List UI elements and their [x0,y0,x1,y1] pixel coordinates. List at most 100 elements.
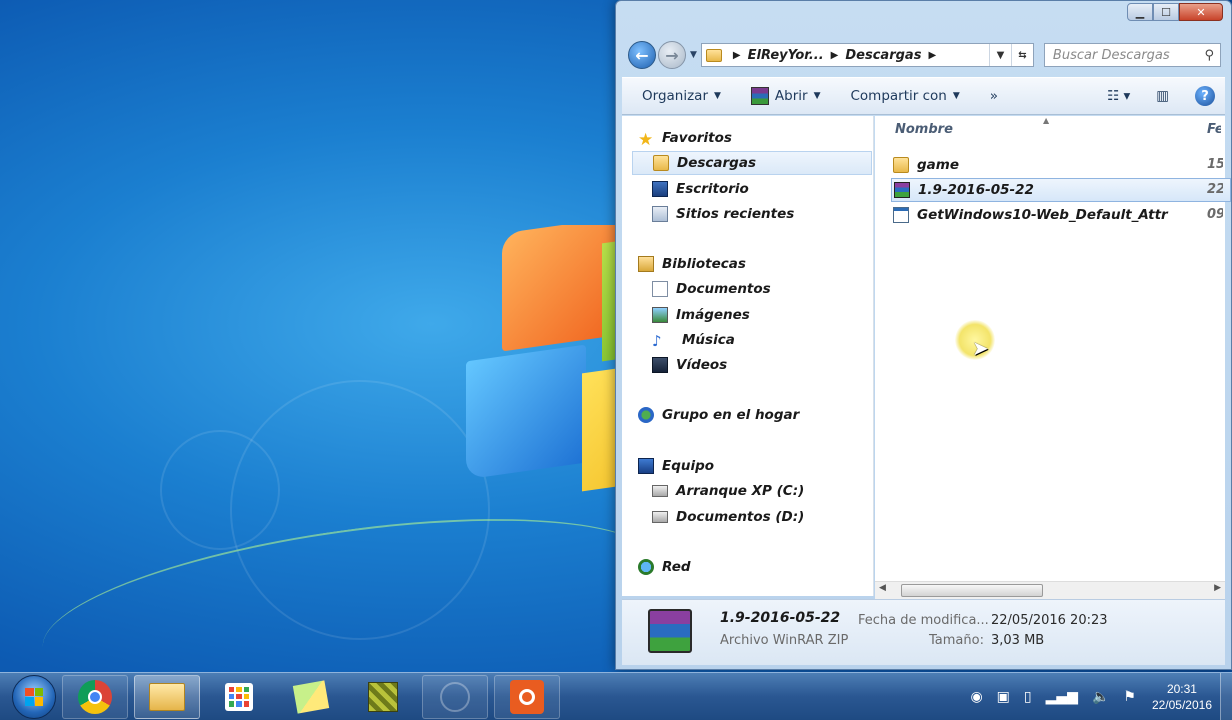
taskbar-minecraft[interactable] [350,675,416,719]
nav-label: Sitios recientes [676,206,795,222]
taskbar-apps[interactable] [206,675,272,719]
nav-label: Bibliotecas [662,256,746,272]
libraries-icon [638,256,654,272]
search-input[interactable]: Buscar Descargas ⚲ [1043,43,1221,67]
forward-button[interactable]: → [658,41,686,69]
system-tray: ◉ ▣ ▯ ▂▄▆ 🔈 ⚑ 20:31 22/05/2016 [956,672,1232,720]
nav-imagenes[interactable]: Imágenes [652,303,750,327]
breadcrumb-descargas[interactable]: Descargas [845,48,921,63]
nav-favorites[interactable]: ★ Favoritos [638,126,732,150]
nav-grupo-hogar[interactable]: Grupo en el hogar [638,403,799,427]
nav-red[interactable]: Red [638,555,691,579]
drive-icon [652,485,668,497]
nav-musica[interactable]: ♪ Música [652,328,735,352]
scrollbar-thumb[interactable] [901,584,1043,597]
show-desktop-button[interactable] [1220,672,1232,720]
battery-icon[interactable]: ▯ [1024,689,1032,705]
share-label: Compartir con [850,88,947,104]
recent-places-icon [652,206,668,222]
nav-label: Documentos [676,281,771,297]
nav-label: Descargas [677,155,756,171]
windows-logo-wallpaper [462,225,622,495]
nav-label: Equipo [662,458,715,474]
more-commands-button[interactable]: » [990,88,998,104]
search-placeholder: Buscar Descargas [1052,47,1170,63]
taskbar-chrome[interactable] [62,674,128,719]
column-header-date[interactable]: Fe [1207,122,1221,137]
start-button[interactable] [12,674,56,719]
action-center-icon[interactable]: ⚑ [1123,689,1136,705]
nav-escritorio[interactable]: Escritorio [652,177,749,201]
nav-label: Grupo en el hogar [662,407,800,423]
help-icon[interactable]: ? [1195,86,1215,106]
preview-pane-icon[interactable]: ▥ [1156,88,1169,104]
refresh-icon[interactable]: ⇆ [1010,44,1033,66]
organize-label: Organizar [642,88,708,104]
address-dropdown-icon[interactable]: ▼ [988,44,1011,66]
winrar-archive-icon [648,609,692,653]
nav-documentos[interactable]: Documentos [652,277,771,301]
file-row-rar[interactable]: 1.9-2016-05-22 [891,178,1231,202]
horizontal-scrollbar[interactable]: ◀ ▶ [875,581,1225,599]
maximize-button[interactable]: ☐ [1153,3,1179,21]
display-icon[interactable]: ▣ [997,689,1010,705]
nav-bibliotecas[interactable]: Bibliotecas [638,252,746,276]
nav-videos[interactable]: Vídeos [652,353,727,377]
file-row-game[interactable]: game [893,153,1228,177]
screen-capture-icon[interactable]: ◉ [970,689,982,705]
mouse-pointer-icon: ➤ [972,336,989,360]
details-modified-value: 22/05/2016 20:23 [991,613,1108,628]
windows-flag-icon [25,687,43,706]
pictures-icon [652,307,668,323]
breadcrumb-separator[interactable]: ▶ [733,50,741,61]
volume-icon[interactable]: 🔈 [1092,689,1109,705]
breadcrumb-separator[interactable]: ▶ [831,50,839,61]
taskbar-orange-app[interactable] [494,674,560,719]
scroll-left-icon[interactable]: ◀ [879,583,886,593]
details-pane: 1.9-2016-05-22 Archivo WinRAR ZIP Fecha … [622,599,1225,665]
minecraft-icon [368,681,398,712]
more-label: » [989,88,999,104]
sort-indicator-icon: ▲ [1043,116,1050,125]
app-icon [440,681,470,712]
nav-equipo[interactable]: Equipo [638,454,714,478]
details-file-name: 1.9-2016-05-22 [720,610,841,626]
network-icon [638,559,654,575]
taskbar-app[interactable] [422,674,488,719]
clock[interactable]: 20:31 22/05/2016 [1152,681,1212,713]
address-bar[interactable]: ▶ ElReyYor... ▶ Descargas ▶ ▼ ⇆ [700,43,1034,67]
organize-button[interactable]: Organizar ▼ [642,88,721,104]
back-button[interactable]: ← [628,41,656,69]
column-header-name[interactable]: Nombre [895,122,953,137]
videos-icon [652,357,668,373]
signal-icon[interactable]: ▂▄▆ [1046,689,1078,705]
details-size-value: 3,03 MB [991,633,1045,648]
nav-drive-c[interactable]: Arranque XP (C:) [652,479,804,503]
nav-drive-d[interactable]: Documentos (D:) [652,505,804,529]
scroll-right-icon[interactable]: ▶ [1214,583,1221,593]
file-row-exe[interactable]: GetWindows10-Web_Default_Attr [893,203,1228,227]
nav-descargas[interactable]: Descargas [632,151,872,175]
chevron-down-icon: ▼ [952,91,960,101]
minimize-button[interactable]: ▁ [1127,3,1153,21]
taskbar-sticky-notes[interactable] [278,675,344,719]
breadcrumb-user[interactable]: ElReyYor... [748,48,824,63]
taskbar-explorer[interactable] [134,674,200,719]
recent-pages-dropdown[interactable]: ▼ [690,50,697,60]
nav-sitios-recientes[interactable]: Sitios recientes [652,202,794,226]
clock-time: 20:31 [1166,681,1197,696]
share-button[interactable]: Compartir con ▼ [851,88,960,104]
view-options-icon[interactable]: ☷ ▾ [1107,88,1130,104]
homegroup-icon [638,407,654,423]
open-button[interactable]: Abrir ▼ [750,87,821,105]
folder-icon [705,48,722,62]
breadcrumb-separator[interactable]: ▶ [928,50,936,61]
close-button[interactable]: ✕ [1179,3,1223,21]
file-date: 09 [1207,207,1223,222]
file-name: 1.9-2016-05-22 [918,182,1034,198]
taskbar: ◉ ▣ ▯ ▂▄▆ 🔈 ⚑ 20:31 22/05/2016 [0,672,1232,720]
clock-date: 22/05/2016 [1151,697,1212,712]
search-icon[interactable]: ⚲ [1204,48,1214,63]
explorer-icon [149,682,185,711]
nav-label: Música [682,332,735,348]
